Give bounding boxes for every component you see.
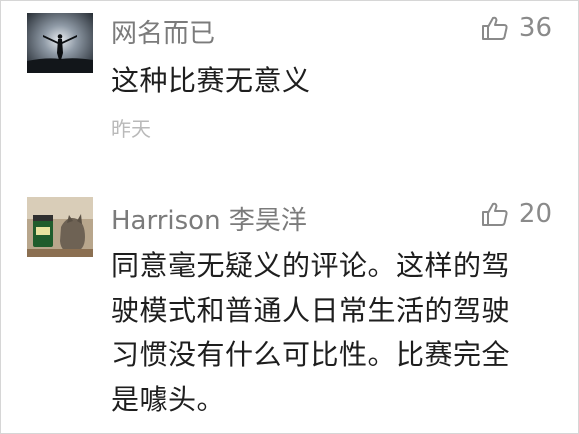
like-count: 20 xyxy=(518,199,552,229)
comment-text: 同意毫无疑义的评论。这样的驾 驶模式和普通人日常生活的驾驶 习惯没有什么可比性。… xyxy=(111,244,551,422)
like-count: 36 xyxy=(518,13,552,43)
comment-line: 这种比赛无意义 xyxy=(111,64,311,97)
comment-line: 习惯没有什么可比性。比赛完全 xyxy=(111,338,511,371)
thumbs-up-icon xyxy=(481,14,509,42)
comment-text: 这种比赛无意义 xyxy=(111,59,551,104)
avatar[interactable] xyxy=(27,13,93,73)
comment-username[interactable]: 网名而已 xyxy=(111,13,215,50)
comment-username[interactable]: Harrison 李昊洋 xyxy=(111,200,307,237)
comment-line: 驶模式和普通人日常生活的驾驶 xyxy=(111,293,511,327)
comment-line: 同意毫无疑义的评论。这样的驾 xyxy=(111,249,511,282)
avatar[interactable] xyxy=(27,197,93,257)
comment-line: 是噱头。 xyxy=(111,382,226,416)
thumbs-up-icon xyxy=(481,200,509,228)
like-button[interactable]: 36 xyxy=(481,13,552,43)
like-button[interactable]: 20 xyxy=(481,199,552,229)
comment-time: 昨天 xyxy=(111,117,151,141)
